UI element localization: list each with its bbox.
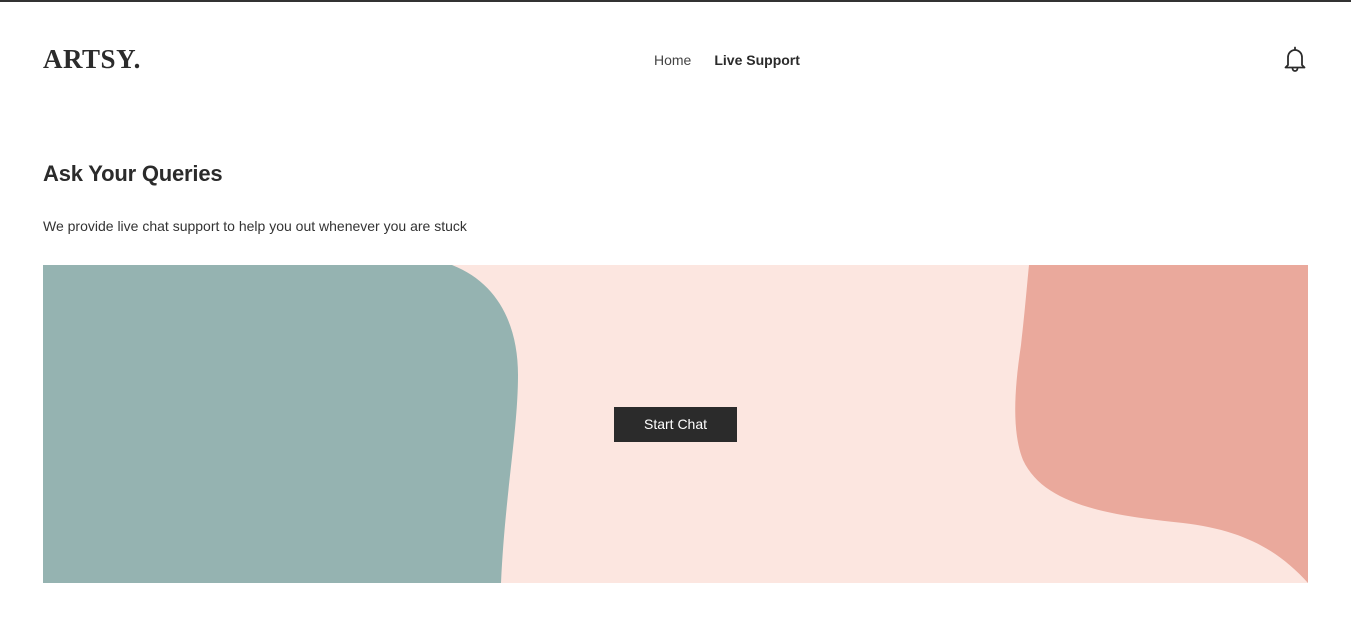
right-coral-blob	[1015, 265, 1308, 583]
page-subtitle: We provide live chat support to help you…	[43, 218, 467, 234]
site-logo[interactable]: ARTSY.	[43, 42, 141, 76]
left-teal-blob	[43, 265, 518, 583]
site-header: ARTSY. Home Live Support	[0, 2, 1351, 118]
bell-icon[interactable]	[1280, 44, 1310, 74]
chat-banner: Start Chat	[43, 265, 1308, 583]
nav-live-support-link[interactable]: Live Support	[714, 50, 800, 70]
main-nav: Home Live Support	[654, 50, 800, 70]
nav-home-link[interactable]: Home	[654, 50, 691, 70]
start-chat-button[interactable]: Start Chat	[614, 407, 737, 442]
page-title: Ask Your Queries	[43, 161, 223, 186]
